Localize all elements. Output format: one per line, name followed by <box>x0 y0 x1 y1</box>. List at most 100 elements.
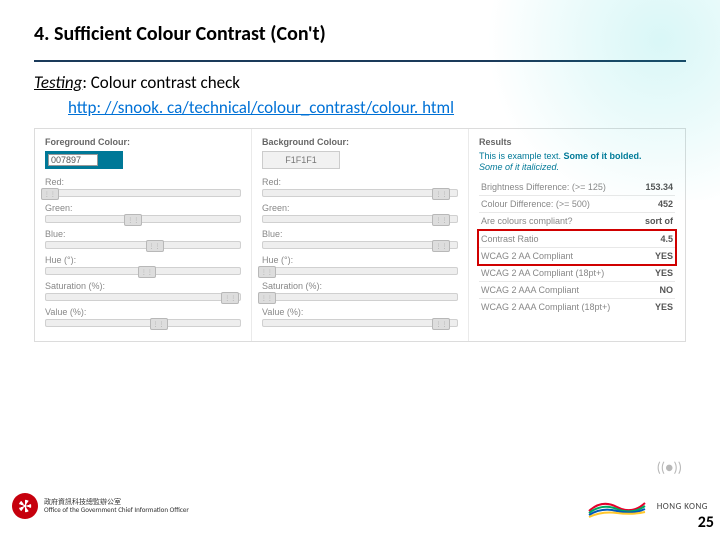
result-row: Are colours compliant? sort of <box>479 213 675 230</box>
slide-header: 4. Sufficient Colour Contrast (Con't) <box>0 0 720 52</box>
result-label: WCAG 2 AA Compliant <box>481 251 573 261</box>
slider-thumb[interactable]: ⋮⋮ <box>432 240 450 252</box>
result-label: Contrast Ratio <box>481 234 539 244</box>
slider: Hue (°): ⋮⋮ <box>262 255 458 275</box>
result-value: YES <box>655 268 673 278</box>
slider-label: Green: <box>45 203 241 213</box>
background-title: Background Colour: <box>262 137 458 147</box>
slider-label: Red: <box>45 177 241 187</box>
slider-track[interactable]: ⋮⋮ <box>262 267 458 275</box>
result-label: WCAG 2 AAA Compliant (18pt+) <box>481 302 610 312</box>
slider-label: Value (%): <box>45 307 241 317</box>
slider-thumb[interactable]: ⋮⋮ <box>432 318 450 330</box>
slider-thumb[interactable]: ⋮⋮ <box>258 266 276 278</box>
office-name: 政府資訊科技總監辦公室 Office of the Government Chi… <box>44 498 189 513</box>
slider-label: Saturation (%): <box>45 281 241 291</box>
slider-thumb[interactable]: ⋮⋮ <box>146 240 164 252</box>
slider-thumb[interactable]: ⋮⋮ <box>138 266 156 278</box>
result-value: 153.34 <box>645 182 673 192</box>
result-value: NO <box>660 285 674 295</box>
slider-thumb[interactable]: ⋮⋮ <box>258 292 276 304</box>
tool-link[interactable]: http: //snook. ca/technical/colour_contr… <box>68 97 686 118</box>
slider-thumb[interactable]: ⋮⋮ <box>41 188 59 200</box>
result-label: WCAG 2 AAA Compliant <box>481 285 579 295</box>
slider-track[interactable]: ⋮⋮ <box>45 319 241 327</box>
result-label: Are colours compliant? <box>481 216 573 226</box>
slider-thumb[interactable]: ⋮⋮ <box>124 214 142 226</box>
slider: Saturation (%): ⋮⋮ <box>262 281 458 301</box>
testing-text: : Colour contrast check <box>82 72 240 93</box>
sample-bold: Some of it bolded. <box>564 151 642 161</box>
slider-track[interactable]: ⋮⋮ <box>45 267 241 275</box>
result-row: Contrast Ratio 4.5 <box>479 231 675 248</box>
result-row: Brightness Difference: (>= 125) 153.34 <box>479 179 675 196</box>
slider-track[interactable]: ⋮⋮ <box>45 189 241 197</box>
slider-track[interactable]: ⋮⋮ <box>262 319 458 327</box>
slider-track[interactable]: ⋮⋮ <box>45 241 241 249</box>
sample-line1: This is example text. <box>479 151 564 161</box>
slider-track[interactable]: ⋮⋮ <box>45 293 241 301</box>
slider-thumb[interactable]: ⋮⋮ <box>432 214 450 226</box>
result-row: Colour Difference: (>= 500) 452 <box>479 196 675 213</box>
slider: Value (%):⋮⋮ <box>262 307 458 327</box>
slider: Green:⋮⋮ <box>262 203 458 223</box>
result-value: 452 <box>658 199 673 209</box>
slide-footer: 政府資訊科技總監辦公室 Office of the Government Chi… <box>0 478 720 540</box>
results-title: Results <box>479 137 675 147</box>
foreground-swatch <box>45 151 123 169</box>
slider: Value (%):⋮⋮ <box>45 307 241 327</box>
slider-track[interactable]: ⋮⋮ <box>45 215 241 223</box>
result-value: YES <box>655 251 673 261</box>
slider-label: Blue: <box>45 229 241 239</box>
sample-italic: Some of it italicized. <box>479 162 559 172</box>
testing-label: Testing <box>34 72 82 93</box>
slider-track[interactable]: ⋮⋮ <box>262 241 458 249</box>
background-swatch: F1F1F1 <box>262 151 340 169</box>
slider: Red: ⋮⋮ <box>45 177 241 197</box>
slider: Blue:⋮⋮ <box>262 229 458 249</box>
slider-thumb[interactable]: ⋮⋮ <box>221 292 239 304</box>
slider-label: Hue (°): <box>45 255 241 265</box>
slider: Blue:⋮⋮ <box>45 229 241 249</box>
title-divider <box>34 60 686 62</box>
result-value: 4.5 <box>660 234 673 244</box>
result-row: WCAG 2 AAA Compliant NO <box>479 282 675 299</box>
result-row: WCAG 2 AAA Compliant (18pt+) YES <box>479 299 675 315</box>
result-label: WCAG 2 AA Compliant (18pt+) <box>481 268 604 278</box>
hk-brand-icon <box>587 493 647 519</box>
sample-text: This is example text. Some of it bolded.… <box>479 151 675 173</box>
broadcast-icon: ((●)) <box>657 459 682 476</box>
brand-text: HONG KONG <box>657 501 708 512</box>
testing-subtitle: Testing: Colour contrast check <box>34 72 686 93</box>
slider-track[interactable]: ⋮⋮ <box>262 189 458 197</box>
slider-label: Hue (°): <box>262 255 458 265</box>
slider-label: Red: <box>262 177 458 187</box>
slider-thumb[interactable]: ⋮⋮ <box>150 318 168 330</box>
slider-thumb[interactable]: ⋮⋮ <box>432 188 450 200</box>
contrast-tool: Foreground Colour: Red:⋮⋮Green:⋮⋮Blue:⋮⋮… <box>34 128 686 342</box>
results-column: Results This is example text. Some of it… <box>469 129 685 341</box>
slider: Red:⋮⋮ <box>262 177 458 197</box>
result-row: WCAG 2 AA Compliant YES <box>479 248 675 264</box>
page-title: 4. Sufficient Colour Contrast (Con't) <box>34 22 686 46</box>
result-value: YES <box>655 302 673 312</box>
slider-track[interactable]: ⋮⋮ <box>262 215 458 223</box>
slider: Hue (°):⋮⋮ <box>45 255 241 275</box>
slider-label: Saturation (%): <box>262 281 458 291</box>
slider: Green:⋮⋮ <box>45 203 241 223</box>
page-number: 25 <box>698 513 714 532</box>
slider-track[interactable]: ⋮⋮ <box>262 293 458 301</box>
result-row: WCAG 2 AA Compliant (18pt+) YES <box>479 265 675 282</box>
result-label: Brightness Difference: (>= 125) <box>481 182 606 192</box>
result-label: Colour Difference: (>= 500) <box>481 199 590 209</box>
foreground-hex-input[interactable] <box>48 154 98 166</box>
result-value: sort of <box>645 216 673 226</box>
slider-label: Blue: <box>262 229 458 239</box>
slider-label: Value (%): <box>262 307 458 317</box>
background-column: Background Colour: F1F1F1 Red:⋮⋮Green:⋮⋮… <box>252 129 469 341</box>
slider: Saturation (%):⋮⋮ <box>45 281 241 301</box>
foreground-column: Foreground Colour: Red:⋮⋮Green:⋮⋮Blue:⋮⋮… <box>35 129 252 341</box>
highlight-box: Contrast Ratio 4.5 WCAG 2 AA Compliant YES <box>477 229 677 266</box>
hk-gov-logo-icon <box>12 493 38 519</box>
foreground-title: Foreground Colour: <box>45 137 241 147</box>
